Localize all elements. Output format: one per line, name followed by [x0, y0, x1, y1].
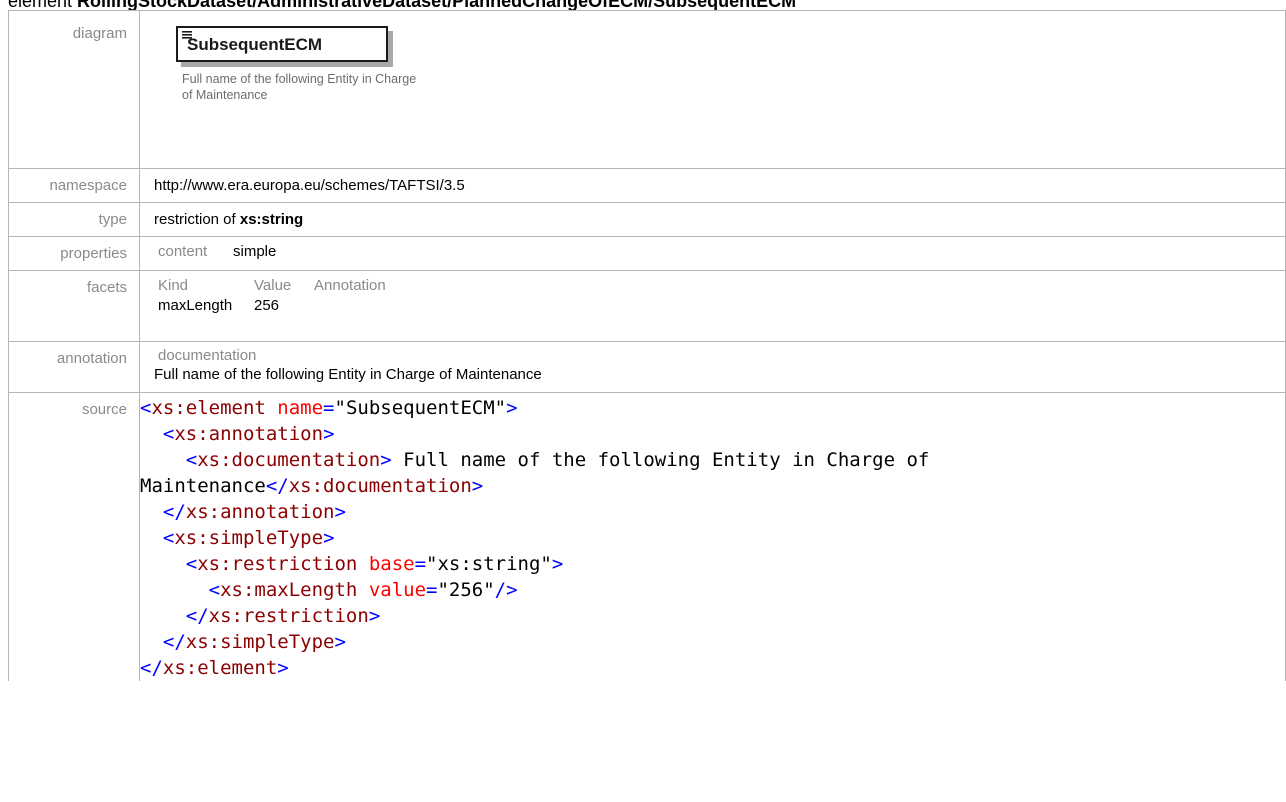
annotation-label: annotation: [8, 341, 140, 393]
namespace-row: namespace http://www.era.europa.eu/schem…: [8, 168, 1286, 203]
diagram-row: diagram SubsequentECM Full name of the f…: [8, 10, 1286, 169]
facet-value: 256: [254, 297, 280, 314]
source-line: <xs:restriction base="xs:string">: [185, 553, 564, 575]
source-row: source <xs:element name="SubsequentECM">…: [8, 392, 1286, 681]
facet-header-value: Value: [254, 277, 292, 294]
source-line: Maintenance</xs:documentation>: [140, 475, 484, 497]
source-line: <xs:element name="SubsequentECM">: [140, 397, 518, 419]
namespace-label: namespace: [8, 168, 140, 203]
source-label: source: [8, 392, 140, 681]
source-line: <xs:simpleType>: [162, 527, 335, 549]
element-name: SubsequentECM: [187, 35, 323, 54]
element-doc: Full name of the following Entity in Cha…: [182, 72, 417, 102]
type-row: type restriction of xs:string: [8, 202, 1286, 237]
element-box[interactable]: SubsequentECM: [176, 26, 388, 62]
diagram-label: diagram: [8, 10, 140, 169]
properties-table: diagram SubsequentECM Full name of the f…: [8, 10, 1286, 681]
annotation-row: annotation documentation Full name of th…: [8, 341, 1286, 393]
source-line: </xs:simpleType>: [162, 631, 346, 653]
diagram-cell: SubsequentECM Full name of the following…: [139, 10, 1286, 169]
namespace-value: http://www.era.europa.eu/schemes/TAFTSI/…: [139, 168, 1286, 203]
source-line: </xs:restriction>: [185, 605, 381, 627]
source-line: <xs:annotation>: [162, 423, 335, 445]
schema-diagram: SubsequentECM Full name of the following…: [154, 11, 1285, 168]
properties-cell: content simple: [139, 236, 1286, 271]
source-code: <xs:element name="SubsequentECM"> <xs:an…: [140, 393, 1285, 681]
facets-table: Kind Value Annotation maxLength 256: [154, 271, 1285, 314]
source-line: <xs:maxLength value="256"/>: [208, 579, 518, 601]
source-cell: <xs:element name="SubsequentECM"> <xs:an…: [139, 392, 1286, 681]
type-prefix: restriction of: [154, 211, 240, 228]
facet-header-kind: Kind: [158, 277, 189, 294]
property-value: simple: [233, 243, 277, 260]
property-key: content: [158, 243, 208, 260]
annotation-text: Full name of the following Entity in Cha…: [154, 366, 542, 383]
facet-kind: maxLength: [158, 297, 233, 314]
facets-cell: Kind Value Annotation maxLength 256: [139, 270, 1286, 342]
facet-header-annotation: Annotation: [314, 277, 386, 294]
properties-label: properties: [8, 236, 140, 271]
facet-annotation: [314, 297, 454, 314]
facets-row: facets Kind Value Annotation maxLength 2…: [8, 270, 1286, 342]
annotation-key: documentation: [158, 347, 257, 364]
annotation-cell: documentation Full name of the following…: [139, 341, 1286, 393]
facets-label: facets: [8, 270, 140, 342]
type-label: type: [8, 202, 140, 237]
type-value: restriction of xs:string: [139, 202, 1286, 237]
type-base[interactable]: xs:string: [240, 211, 303, 228]
properties-row: properties content simple: [8, 236, 1286, 271]
source-line: <xs:documentation> Full name of the foll…: [185, 449, 930, 471]
source-line: </xs:annotation>: [162, 501, 346, 523]
source-line: </xs:element>: [140, 657, 289, 679]
